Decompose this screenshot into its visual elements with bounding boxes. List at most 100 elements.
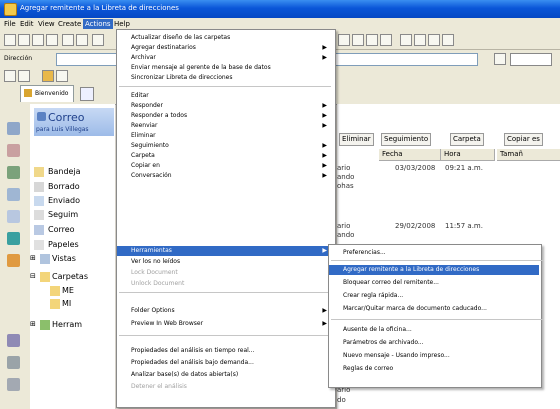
submenu-item[interactable]: Parámetros de archivado... [329, 338, 539, 348]
new-icon[interactable] [4, 34, 16, 46]
home-icon[interactable] [4, 70, 16, 82]
collapse-icon[interactable]: ⊟ [30, 272, 36, 280]
refresh-icon[interactable] [380, 34, 392, 46]
menu-actions[interactable]: Actions [83, 19, 113, 29]
folder-item[interactable]: Papeles [48, 240, 79, 249]
todo-icon[interactable] [7, 188, 20, 201]
folder-item[interactable]: Bandeja [48, 167, 81, 176]
submenu-item[interactable]: Nuevo mensaje - Usando impreso... [329, 351, 539, 361]
row-time[interactable]: 11:57 a.m. [445, 222, 483, 230]
menu-item[interactable]: Enviar mensaje al gerente de la base de … [117, 63, 333, 73]
menu-item[interactable]: Eliminar [117, 131, 333, 141]
submenu-item[interactable]: Marcar/Quitar marca de documento caducad… [329, 304, 539, 314]
notebook-icon[interactable] [7, 210, 20, 223]
calendar-icon[interactable] [56, 70, 68, 82]
search-field[interactable] [510, 53, 552, 66]
save-icon[interactable] [32, 34, 44, 46]
folder-item[interactable]: Herram [52, 320, 82, 329]
tab-bienvenido[interactable]: Bienvenido [20, 85, 74, 102]
open-icon[interactable] [18, 34, 30, 46]
menu-item[interactable]: Analizar base(s) de datos abierta(s) [117, 370, 333, 380]
col-size[interactable]: Tamañ [497, 149, 560, 161]
row-date[interactable]: 29/02/2008 [395, 222, 435, 230]
menu-item[interactable]: Actualizar diseño de las carpetas [117, 33, 333, 43]
row-fragment: ando [337, 173, 355, 181]
menu-item[interactable]: Folder Options ▶ [117, 306, 333, 316]
menu-item[interactable]: Reenviar ▶ [117, 121, 333, 131]
tools-icon[interactable] [7, 378, 20, 391]
folder-item[interactable]: Seguim [48, 210, 78, 219]
menu-edit[interactable]: Edit [20, 20, 34, 28]
folder-item[interactable]: Vistas [52, 254, 76, 263]
delete-button[interactable]: Eliminar [339, 133, 374, 146]
row-time[interactable]: 09:21 a.m. [445, 164, 483, 172]
folder-item[interactable]: Enviado [48, 196, 80, 205]
menu-item[interactable]: Archivar ▶ [117, 53, 333, 63]
back-icon[interactable] [338, 34, 350, 46]
folder-item[interactable]: ME [62, 286, 74, 295]
print-icon[interactable] [46, 34, 58, 46]
workspace-icon[interactable] [42, 70, 54, 82]
submenu-item[interactable]: Reglas de correo [329, 364, 539, 374]
menu-separator [331, 319, 543, 320]
menu-item[interactable]: Copiar en ▶ [117, 161, 333, 171]
contacts-icon[interactable] [7, 166, 20, 179]
zoom-icon[interactable] [428, 34, 440, 46]
row-fragment: do [337, 396, 346, 404]
submenu-item[interactable]: Crear regla rápida... [329, 291, 539, 301]
menu-item-herramientas[interactable]: Herramientas ▶ [117, 246, 333, 256]
calendar-icon[interactable] [7, 144, 20, 157]
menu-item[interactable]: Lock Document [117, 268, 333, 278]
menu-view[interactable]: View [38, 20, 55, 28]
cut-icon[interactable] [62, 34, 74, 46]
replicator-icon[interactable] [7, 232, 20, 245]
col-time[interactable]: Hora [441, 149, 495, 161]
grid-icon[interactable] [442, 34, 454, 46]
row-date[interactable]: 03/03/2008 [395, 164, 435, 172]
menu-item[interactable]: Propiedades del análisis bajo demanda... [117, 358, 333, 368]
folder-item[interactable]: Borrado [48, 182, 80, 191]
menu-item[interactable]: Carpeta ▶ [117, 151, 333, 161]
copy-button[interactable]: Copiar es [504, 133, 543, 146]
paste-icon[interactable] [92, 34, 104, 46]
mail-tab[interactable] [80, 87, 94, 101]
go-icon[interactable] [494, 53, 506, 65]
folder-button[interactable]: Carpeta [450, 133, 484, 146]
menu-help[interactable]: Help [114, 20, 130, 28]
expand-icon[interactable]: ⊞ [30, 320, 36, 328]
menu-item[interactable]: Detener el análisis [117, 382, 333, 392]
folder-item[interactable]: MI [62, 299, 71, 308]
menu-item[interactable]: Editar [117, 91, 333, 101]
submenu-item[interactable]: Bloquear correo del remitente... [329, 278, 539, 288]
folder-item[interactable]: Correo [48, 225, 75, 234]
settings-icon[interactable] [7, 356, 20, 369]
home-icon[interactable] [7, 254, 20, 267]
databases-icon[interactable] [7, 334, 20, 347]
stop-icon[interactable] [366, 34, 378, 46]
menu-item[interactable]: Ver los no leídos [117, 257, 333, 267]
menu-item[interactable]: Agregar destinatarios ▶ [117, 43, 333, 53]
copy-icon[interactable] [76, 34, 88, 46]
menu-item[interactable]: Propiedades del análisis en tiempo real.… [117, 346, 333, 356]
forward-icon[interactable] [352, 34, 364, 46]
menu-item[interactable]: Responder a todos ▶ [117, 111, 333, 121]
menu-create[interactable]: Create [58, 20, 81, 28]
menu-item[interactable]: Preview In Web Browser ▶ [117, 319, 333, 329]
menu-item[interactable]: Sincronizar Libreta de direcciones [117, 73, 333, 83]
bookmark-icon[interactable] [400, 34, 412, 46]
submenu-item-add-sender[interactable]: Agregar remitente a la Libreta de direcc… [329, 265, 539, 275]
col-date[interactable]: Fecha [379, 149, 441, 161]
menu-file[interactable]: File [4, 20, 16, 28]
mail-icon[interactable] [7, 122, 20, 135]
replicate-icon[interactable] [18, 70, 30, 82]
folder-item[interactable]: Carpetas [52, 272, 88, 281]
submenu-item[interactable]: Preferencias... [329, 248, 539, 258]
menu-item[interactable]: Conversación ▶ [117, 171, 333, 181]
menu-item[interactable]: Unlock Document [117, 279, 333, 289]
find-icon[interactable] [414, 34, 426, 46]
menu-item[interactable]: Responder ▶ [117, 101, 333, 111]
menu-item[interactable]: Seguimiento ▶ [117, 141, 333, 151]
followup-button[interactable]: Seguimiento [381, 133, 432, 146]
submenu-item[interactable]: Ausente de la oficina... [329, 325, 539, 335]
expand-icon[interactable]: ⊞ [30, 254, 36, 262]
